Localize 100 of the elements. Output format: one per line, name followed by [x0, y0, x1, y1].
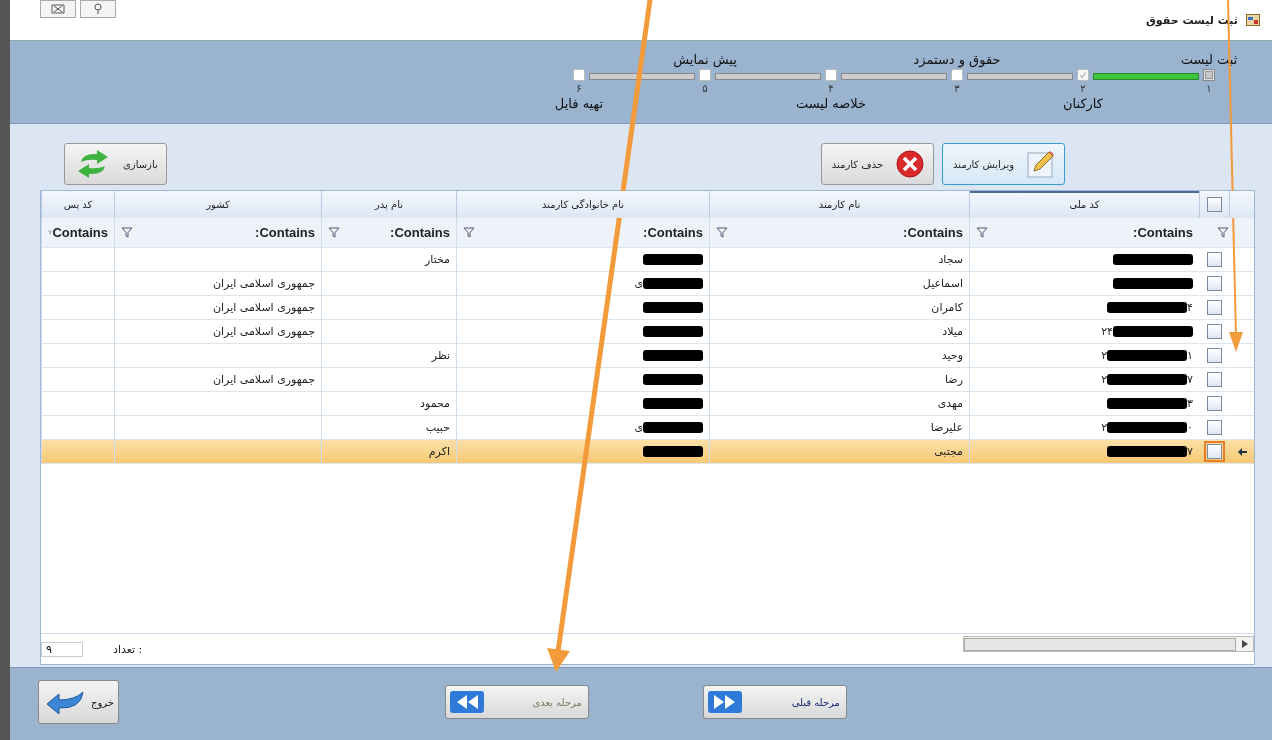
- step-number: ۶: [576, 83, 582, 95]
- horizontal-scrollbar[interactable]: [963, 636, 1254, 652]
- table-cell: علیرضا: [930, 421, 963, 434]
- filter-icon[interactable]: [121, 227, 133, 238]
- filter-operator[interactable]: Contains:: [390, 225, 450, 240]
- form-icon: [1246, 14, 1260, 26]
- key-icon: [93, 3, 103, 15]
- table-cell: ۷: [1187, 373, 1193, 386]
- filter-icon[interactable]: [976, 227, 988, 238]
- table-row[interactable]: اسماعیل ی جمهوری اسلامی ایران: [41, 272, 1254, 296]
- table-cell: رضا: [945, 373, 963, 386]
- table-cell: کامران: [931, 301, 963, 314]
- redaction-mark: [643, 374, 703, 385]
- table-row[interactable]: ۲ ۷ رضا جمهوری اسلامی ایران: [41, 368, 1254, 392]
- filter-operator[interactable]: Contains:: [255, 225, 315, 240]
- row-checkbox[interactable]: [1207, 324, 1222, 339]
- table-row[interactable]: ۳ مهدی محمود: [41, 392, 1254, 416]
- table-cell: اسماعیل: [922, 277, 963, 290]
- close-icon: [51, 4, 65, 14]
- column-header[interactable]: کشور: [114, 191, 321, 218]
- table-cell: وحید: [941, 349, 963, 362]
- step-number: ۲: [1080, 83, 1086, 95]
- redaction-mark: [643, 254, 703, 265]
- step-number: ۱: [1206, 83, 1212, 95]
- filter-icon[interactable]: [1217, 227, 1229, 238]
- table-cell: نظر: [431, 349, 450, 362]
- row-checkbox[interactable]: [1207, 252, 1222, 267]
- table-cell: میلاد: [942, 325, 963, 338]
- redaction-mark: [643, 326, 703, 337]
- table-row[interactable]: سجاد مختار: [41, 248, 1254, 272]
- step-number: ۴: [828, 83, 834, 95]
- table-cell: ۲: [1101, 373, 1108, 386]
- table-row[interactable]: ۷ مجتبی اکرم: [41, 440, 1254, 464]
- rewind-icon: [450, 691, 484, 713]
- row-checkbox[interactable]: [1207, 276, 1222, 291]
- count-value: ۹: [41, 642, 83, 657]
- table-cell: ۲: [1101, 421, 1108, 434]
- filter-operator[interactable]: Contains:: [1133, 225, 1193, 240]
- delete-icon: [895, 149, 926, 179]
- row-checkbox[interactable]: [1207, 444, 1222, 459]
- row-checkbox[interactable]: [1207, 420, 1222, 435]
- edit-button[interactable]: ویرایش کارمند: [942, 143, 1065, 185]
- column-header[interactable]: کد پس: [41, 191, 114, 218]
- column-header[interactable]: نام کارمند: [709, 191, 969, 218]
- filter-icon[interactable]: [463, 227, 475, 238]
- table-cell: جمهوری اسلامی ایران: [212, 277, 315, 290]
- table-cell: جمهوری اسلامی ایران: [212, 373, 315, 386]
- previous-step-button[interactable]: مرحله قبلی: [703, 685, 847, 719]
- filter-icon[interactable]: [328, 227, 340, 238]
- step-label: خلاصه لیست: [795, 95, 867, 113]
- delete-button[interactable]: حذف کارمند: [820, 143, 935, 185]
- table-cell: جمهوری اسلامی ایران: [212, 325, 315, 338]
- filter-icon[interactable]: [716, 227, 728, 238]
- table-cell: ی: [634, 421, 643, 434]
- redaction-mark: [643, 278, 703, 289]
- row-checkbox[interactable]: [1207, 396, 1222, 411]
- row-checkbox[interactable]: [1207, 372, 1222, 387]
- table-cell: ۷: [1187, 445, 1193, 458]
- step-number: ۵: [702, 83, 708, 95]
- column-header[interactable]: کد ملی: [969, 191, 1199, 218]
- column-header[interactable]: نام پدر: [321, 191, 456, 218]
- close-button[interactable]: [40, 0, 76, 18]
- filter-icon[interactable]: [48, 227, 53, 238]
- fast-forward-icon: [708, 691, 742, 713]
- table-cell: حبیب: [425, 421, 450, 434]
- table-cell: جمهوری اسلامی ایران: [212, 301, 315, 314]
- table-cell: اکرم: [428, 445, 450, 458]
- scroll-right-icon[interactable]: [1242, 640, 1248, 648]
- count-label: تعداد :: [113, 643, 143, 656]
- table-cell: مهدی: [937, 397, 963, 410]
- filter-operator[interactable]: Contains:: [643, 225, 703, 240]
- table-cell: محمود: [420, 397, 450, 410]
- table-row[interactable]: ۴ کامران جمهوری اسلامی ایران: [41, 296, 1254, 320]
- step-label: کارکنان: [1062, 95, 1104, 113]
- table-row[interactable]: ۲۴ میلاد جمهوری اسلامی ایران: [41, 320, 1254, 344]
- table-cell: ۴: [1187, 301, 1193, 314]
- table-cell: ۳: [1187, 397, 1193, 410]
- table-cell: مختار: [425, 253, 450, 266]
- back-arrow-icon: [45, 689, 85, 715]
- step-label: پیش نمایش: [673, 51, 737, 69]
- redaction-mark: [643, 446, 703, 457]
- redaction-mark: [643, 350, 703, 361]
- step-label: حقوق و دستمزد: [913, 51, 1001, 69]
- exit-button[interactable]: خروج: [38, 680, 119, 724]
- select-all-checkbox[interactable]: [1207, 196, 1222, 212]
- filter-operator[interactable]: Contains: [52, 225, 108, 240]
- row-checkbox[interactable]: [1207, 300, 1222, 315]
- step-label: تهیه فایل: [554, 95, 604, 113]
- column-header[interactable]: نام خانوادگی کارمند: [456, 191, 709, 218]
- current-row-icon: [1237, 447, 1247, 456]
- key-button[interactable]: [80, 0, 116, 18]
- table-cell: ۱: [1187, 349, 1193, 362]
- refresh-button[interactable]: بازسازی: [64, 143, 167, 185]
- filter-operator[interactable]: Contains:: [903, 225, 963, 240]
- step-number: ۳: [954, 83, 960, 95]
- row-checkbox[interactable]: [1207, 348, 1222, 363]
- pencil-icon: [1026, 149, 1056, 179]
- table-cell: مجتبی: [934, 445, 963, 458]
- table-row[interactable]: ۲ ۱ وحید نظر: [41, 344, 1254, 368]
- redaction-mark: [643, 302, 703, 313]
